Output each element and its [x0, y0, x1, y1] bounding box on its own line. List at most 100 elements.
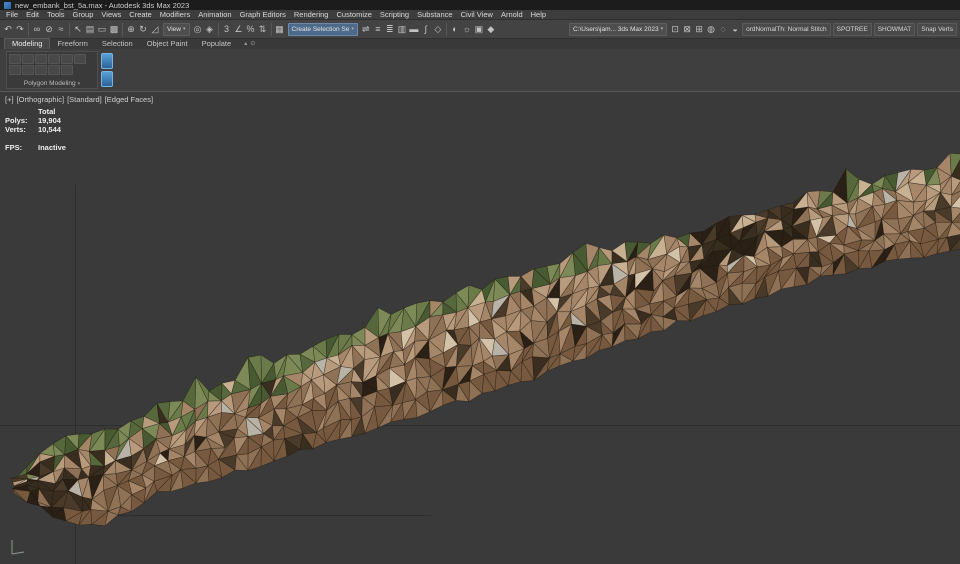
menu-item[interactable]: Group: [69, 10, 98, 19]
menu-item[interactable]: Rendering: [290, 10, 333, 19]
select-by-name-icon[interactable]: ▤: [84, 22, 96, 37]
viewport-label-menu[interactable]: [Edged Faces]: [105, 95, 153, 104]
schematic-view-icon[interactable]: ◇: [432, 22, 444, 37]
lock-selection-icon[interactable]: ⊠: [681, 22, 693, 37]
isolate-selection-icon[interactable]: ⊡: [669, 22, 681, 37]
ribbon-toggle-icon[interactable]: ▬: [408, 22, 420, 37]
safe-frames-icon[interactable]: ◌: [717, 22, 729, 37]
ribbon-tab[interactable]: Modeling: [4, 38, 50, 49]
select-and-link-icon[interactable]: ∞: [31, 22, 43, 37]
polygon-modeling-tool-button[interactable]: [61, 65, 73, 75]
material-editor-icon[interactable]: ◐: [449, 22, 461, 37]
snap-verts-button[interactable]: Snap Verts: [917, 23, 957, 36]
menubar: FileEditToolsGroupViewsCreateModifiersAn…: [0, 10, 960, 20]
render-setup-icon[interactable]: ☼: [461, 22, 473, 37]
statistics-overlay: Total Polys: 19,904 Verts: 10,544 FPS: I…: [5, 107, 66, 152]
curve-editor-icon[interactable]: ∫: [420, 22, 432, 37]
select-and-rotate-icon[interactable]: ↻: [137, 22, 149, 37]
ribbon-tab[interactable]: Populate: [195, 39, 239, 49]
redo-icon[interactable]: ↷: [14, 22, 26, 37]
polygon-modeling-tool-button[interactable]: [35, 65, 47, 75]
snap-toggle-icon[interactable]: 3: [221, 22, 233, 37]
named-selection-sets-icon[interactable]: ▦: [274, 22, 286, 37]
mirror-icon[interactable]: ⇌: [360, 22, 372, 37]
unlink-selection-icon[interactable]: ⊘: [43, 22, 55, 37]
ribbon-blue-tool-button[interactable]: [101, 53, 113, 69]
stats-polys-value: 19,904: [38, 116, 61, 125]
toolbar-separator: [122, 23, 123, 36]
stats-spacer: [5, 107, 38, 116]
normal-stitch-button[interactable]: ordNormalTh: Normal Stitch: [742, 23, 831, 36]
select-and-manipulate-icon[interactable]: ◈: [204, 22, 216, 37]
undo-icon[interactable]: ↶: [2, 22, 14, 37]
layer-explorer-icon[interactable]: ▥: [396, 22, 408, 37]
subobject-element-button[interactable]: [61, 54, 73, 64]
menu-item[interactable]: Arnold: [497, 10, 527, 19]
toolbar-right-group: C:\Users\jam... 3ds Max 2023 ▾ ⊡⊠⊞◍◌◒ or…: [567, 22, 958, 37]
named-selection-set-dropdown[interactable]: Create Selection Se ▾: [288, 23, 358, 36]
subobject-polygon-button[interactable]: [48, 54, 60, 64]
viewport-layout-icon[interactable]: ⊞: [693, 22, 705, 37]
use-pivot-point-icon[interactable]: ◎: [192, 22, 204, 37]
polygon-modeling-label: Polygon Modeling: [24, 80, 76, 87]
viewport-label-menu[interactable]: [Orthographic]: [17, 95, 65, 104]
stats-polys-label: Polys:: [5, 116, 38, 125]
polygon-modeling-tool-button[interactable]: [74, 54, 86, 64]
polygon-modeling-tool-button[interactable]: [9, 65, 21, 75]
showmat-button[interactable]: SHOWMAT: [874, 23, 915, 36]
coordinate-system-dropdown[interactable]: View ▾: [163, 23, 190, 36]
percent-snap-icon[interactable]: %: [245, 22, 257, 37]
ribbon-side-buttons: [101, 51, 113, 87]
menu-item[interactable]: Help: [527, 10, 550, 19]
selection-region-icon[interactable]: ▭: [96, 22, 108, 37]
polygon-modeling-tool-button[interactable]: [48, 65, 60, 75]
viewport-label-menu[interactable]: [Standard]: [67, 95, 102, 104]
subobject-edge-button[interactable]: [22, 54, 34, 64]
viewport-label-menu[interactable]: [+]: [5, 95, 14, 104]
menu-item[interactable]: Animation: [194, 10, 235, 19]
render-icon[interactable]: ◆: [485, 22, 497, 37]
spotree-button[interactable]: SPOTREE: [833, 23, 872, 36]
ribbon-tab-aux: ▴ ⊙: [244, 39, 255, 49]
scene-explorer-icon[interactable]: ≣: [384, 22, 396, 37]
menu-item[interactable]: Edit: [22, 10, 43, 19]
spinner-snap-icon[interactable]: ⇅: [257, 22, 269, 37]
subobject-vertex-button[interactable]: [9, 54, 21, 64]
chevron-down-icon: ▾: [351, 26, 354, 32]
workspace-dropdown[interactable]: C:\Users\jam... 3ds Max 2023 ▾: [569, 23, 667, 36]
select-and-move-icon[interactable]: ⊕: [125, 22, 137, 37]
menu-item[interactable]: Customize: [332, 10, 375, 19]
menu-item[interactable]: Graph Editors: [236, 10, 290, 19]
select-and-scale-icon[interactable]: ◿: [149, 22, 161, 37]
menu-item[interactable]: Civil View: [457, 10, 497, 19]
window-crossing-icon[interactable]: ▩: [108, 22, 120, 37]
ribbon-tab[interactable]: Freeform: [50, 39, 94, 49]
polygon-modeling-caption[interactable]: Polygon Modeling ▾: [7, 79, 97, 88]
subobject-border-button[interactable]: [35, 54, 47, 64]
polygon-modeling-panel: Polygon Modeling ▾: [6, 51, 98, 89]
menu-item[interactable]: Tools: [43, 10, 69, 19]
menu-item[interactable]: Create: [125, 10, 156, 19]
progressive-display-icon[interactable]: ◒: [729, 22, 741, 37]
select-object-icon[interactable]: ↖: [72, 22, 84, 37]
ribbon-tab[interactable]: Selection: [95, 39, 140, 49]
angle-snap-icon[interactable]: ∠: [233, 22, 245, 37]
stats-fps-label: FPS:: [5, 143, 38, 152]
menu-item[interactable]: Scripting: [376, 10, 413, 19]
minimize-ribbon-icon[interactable]: ▴: [244, 39, 247, 49]
menu-item[interactable]: Substance: [413, 10, 456, 19]
viewport-label: [+][Orthographic][Standard][Edged Faces]: [5, 95, 153, 104]
rendered-frame-icon[interactable]: ▣: [473, 22, 485, 37]
menu-item[interactable]: File: [2, 10, 22, 19]
polygon-modeling-tool-button[interactable]: [22, 65, 34, 75]
viewport[interactable]: [+][Orthographic][Standard][Edged Faces]…: [0, 92, 960, 564]
workspace-value: C:\Users\jam... 3ds Max 2023: [573, 26, 659, 33]
menu-item[interactable]: Modifiers: [156, 10, 194, 19]
align-icon[interactable]: ≡: [372, 22, 384, 37]
ribbon-config-icon[interactable]: ⊙: [250, 39, 255, 49]
menu-item[interactable]: Views: [97, 10, 125, 19]
shade-selected-icon[interactable]: ◍: [705, 22, 717, 37]
ribbon-tab[interactable]: Object Paint: [140, 39, 195, 49]
ribbon-blue-tool-button[interactable]: [101, 71, 113, 87]
bind-to-space-warp-icon[interactable]: ≈: [55, 22, 67, 37]
